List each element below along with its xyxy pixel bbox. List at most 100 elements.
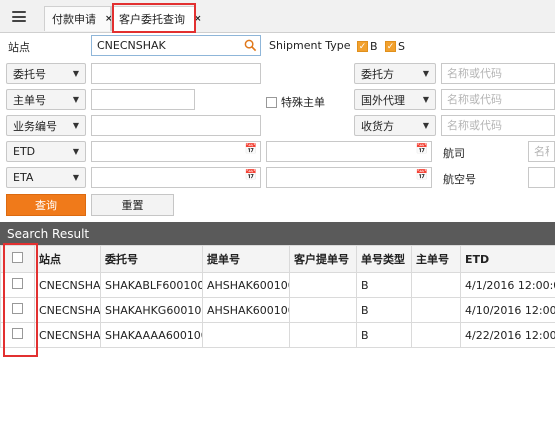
- cell-master-no: [411, 322, 461, 348]
- chevron-down-icon: ▼: [422, 69, 429, 78]
- search-result-title: Search Result: [7, 226, 90, 241]
- checkbox-b-label: B: [370, 40, 378, 53]
- cell-bl-no: AHSHAK6001001: [202, 297, 290, 323]
- consignee-input[interactable]: [441, 115, 555, 136]
- chevron-down-icon: ▼: [422, 95, 429, 104]
- etd-from-field: 📅: [91, 141, 261, 162]
- checkbox-b[interactable]: ✓: [357, 41, 368, 52]
- calendar-icon[interactable]: 📅: [416, 144, 428, 155]
- shipment-type-label: Shipment Type: [269, 39, 351, 52]
- etd-select[interactable]: ETD ▼: [6, 141, 86, 162]
- cell-consign-no: SHAKABLF6001000: [100, 272, 203, 298]
- search-icon[interactable]: [244, 39, 257, 52]
- business-no-select[interactable]: 业务编号 ▼: [6, 115, 86, 136]
- chevron-down-icon: ▼: [72, 147, 79, 156]
- tab-payment-request[interactable]: 付款申请 ×: [44, 6, 113, 31]
- row-checkbox[interactable]: [12, 328, 23, 339]
- reset-button[interactable]: 重置: [91, 194, 174, 216]
- consignor-select[interactable]: 委托方 ▼: [354, 63, 436, 84]
- overseas-agent-select[interactable]: 国外代理 ▼: [354, 89, 436, 110]
- station-input[interactable]: [91, 35, 261, 56]
- row-select-cell[interactable]: [0, 272, 35, 298]
- overseas-agent-input[interactable]: [441, 89, 555, 110]
- shipment-type-s[interactable]: ✓ S: [385, 40, 405, 53]
- hamburger-icon: [12, 11, 26, 22]
- search-result-header: Search Result: [0, 222, 555, 245]
- select-all-checkbox[interactable]: [12, 252, 23, 263]
- table-header-row: 站点 委托号 提单号 客户提单号 单号类型 主单号 ETD: [0, 245, 555, 273]
- consignor-input[interactable]: [441, 63, 555, 84]
- station-label: 站点: [8, 41, 30, 54]
- special-master-label: 特殊主单: [281, 96, 325, 109]
- cell-etd: 4/1/2016 12:00:00 A: [460, 272, 555, 298]
- column-header[interactable]: 提单号: [202, 245, 290, 273]
- chevron-down-icon: ▼: [72, 173, 79, 182]
- table-row[interactable]: CNECNSHAK SHAKAAAA6001000 B 4/22/2016 12…: [0, 322, 555, 348]
- tab-label: 客户委托查询: [119, 13, 185, 26]
- menu-button[interactable]: [0, 0, 38, 33]
- row-select-cell[interactable]: [0, 297, 35, 323]
- master-no-input[interactable]: [91, 89, 195, 110]
- cell-cust-bl-no: [289, 297, 357, 323]
- consign-no-select[interactable]: 委托号 ▼: [6, 63, 86, 84]
- cell-consign-no: SHAKAAAA6001000: [100, 322, 203, 348]
- cell-etd: 4/22/2016 12:00:00 A: [460, 322, 555, 348]
- column-header[interactable]: 委托号: [100, 245, 203, 273]
- cell-cust-bl-no: [289, 322, 357, 348]
- calendar-icon[interactable]: 📅: [416, 170, 428, 181]
- consignor-select-value: 委托方: [361, 67, 394, 81]
- cell-master-no: [411, 297, 461, 323]
- close-icon[interactable]: ×: [194, 14, 202, 24]
- row-checkbox[interactable]: [12, 278, 23, 289]
- eta-from-input[interactable]: [91, 167, 261, 188]
- calendar-icon[interactable]: 📅: [245, 170, 257, 181]
- cell-bl-no: AHSHAK6001000: [202, 272, 290, 298]
- row-checkbox[interactable]: [12, 303, 23, 314]
- select-all-cell[interactable]: [0, 245, 35, 273]
- checkbox-s-label: S: [398, 40, 405, 53]
- cell-master-no: [411, 272, 461, 298]
- cell-station: CNECNSHAK: [34, 297, 101, 323]
- shipment-type-b[interactable]: ✓ B: [357, 40, 378, 53]
- row-select-cell[interactable]: [0, 322, 35, 348]
- special-master-box[interactable]: [266, 96, 277, 108]
- etd-to-field: 📅: [266, 141, 432, 162]
- column-header[interactable]: 站点: [34, 245, 101, 273]
- shipping-line-input[interactable]: [528, 141, 555, 162]
- search-button[interactable]: 查询: [6, 194, 86, 216]
- column-header[interactable]: ETD: [460, 245, 555, 273]
- table-row[interactable]: CNECNSHAK SHAKABLF6001000 AHSHAK6001000 …: [0, 272, 555, 298]
- special-master-checkbox[interactable]: 特殊主单: [266, 94, 325, 110]
- checkbox-s[interactable]: ✓: [385, 41, 396, 52]
- consignee-select[interactable]: 收货方 ▼: [354, 115, 436, 136]
- station-field: [91, 35, 261, 56]
- eta-from-field: 📅: [91, 167, 261, 188]
- business-no-select-value: 业务编号: [13, 119, 57, 133]
- flight-no-input[interactable]: [528, 167, 555, 188]
- shipping-line-label: 航司: [443, 147, 465, 160]
- business-no-input[interactable]: [91, 115, 261, 136]
- results-grid: 站点 委托号 提单号 客户提单号 单号类型 主单号 ETD CNECNSHAK …: [0, 245, 555, 428]
- consign-no-select-value: 委托号: [13, 67, 46, 81]
- search-form: 站点 Shipment Type ✓ B ✓ S 委托号 ▼ 委托方 ▼ 主单号…: [0, 33, 555, 221]
- column-header[interactable]: 单号类型: [356, 245, 412, 273]
- master-no-select[interactable]: 主单号 ▼: [6, 89, 86, 110]
- etd-to-input[interactable]: [266, 141, 432, 162]
- eta-to-field: 📅: [266, 167, 432, 188]
- cell-type: B: [356, 322, 412, 348]
- etd-from-input[interactable]: [91, 141, 261, 162]
- table-row[interactable]: CNECNSHAK SHAKAHKG6001000 AHSHAK6001001 …: [0, 297, 555, 323]
- cell-etd: 4/10/2016 12:00:00 A: [460, 297, 555, 323]
- overseas-agent-select-value: 国外代理: [361, 93, 405, 107]
- flight-no-label: 航空号: [443, 173, 476, 186]
- column-header[interactable]: 主单号: [411, 245, 461, 273]
- tab-customer-consign-query[interactable]: 客户委托查询 ×: [111, 6, 202, 31]
- consign-no-input[interactable]: [91, 63, 261, 84]
- eta-to-input[interactable]: [266, 167, 432, 188]
- cell-station: CNECNSHAK: [34, 322, 101, 348]
- cell-type: B: [356, 272, 412, 298]
- calendar-icon[interactable]: 📅: [245, 144, 257, 155]
- eta-select[interactable]: ETA ▼: [6, 167, 86, 188]
- tab-label: 付款申请: [52, 13, 96, 26]
- column-header[interactable]: 客户提单号: [289, 245, 357, 273]
